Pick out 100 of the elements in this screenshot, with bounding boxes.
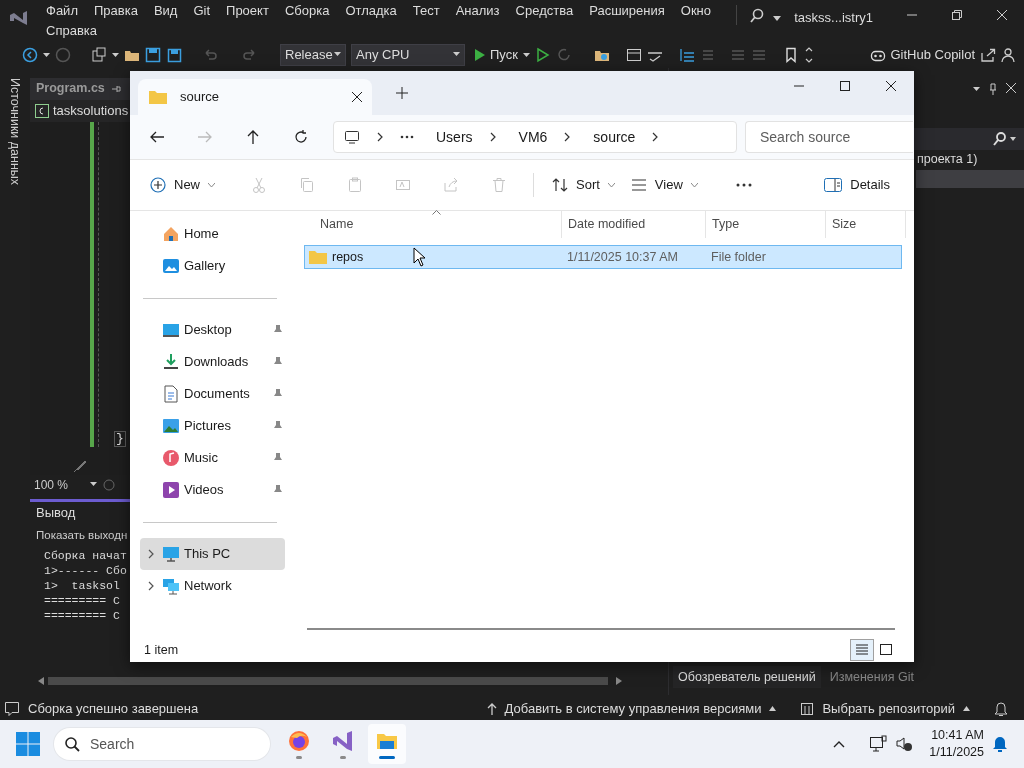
- search-icon[interactable]: [749, 8, 765, 24]
- menu-item[interactable]: Справка: [38, 20, 105, 40]
- menu-item[interactable]: Анализ: [447, 0, 508, 20]
- pin-icon[interactable]: [988, 82, 998, 95]
- caret-icon[interactable]: [1010, 136, 1016, 141]
- search-icon: [64, 736, 80, 752]
- save-all-icon[interactable]: [166, 46, 182, 63]
- scrollbar[interactable]: [48, 677, 608, 686]
- taskbar-app[interactable]: [368, 724, 406, 764]
- clock[interactable]: 10:41 AM 1/11/2025: [929, 727, 984, 761]
- sidebar-item[interactable]: Home: [140, 218, 285, 250]
- search-field[interactable]: Search source: [745, 121, 913, 153]
- back-icon[interactable]: [22, 46, 38, 63]
- sidebar-item[interactable]: Downloads: [140, 346, 285, 378]
- pin-icon[interactable]: [110, 83, 121, 94]
- vs-icon: [331, 729, 355, 753]
- menu-item[interactable]: Файл: [38, 0, 86, 20]
- column-header[interactable]: Name: [320, 215, 354, 234]
- configuration-dropdown[interactable]: Release: [280, 43, 346, 66]
- brush-icon[interactable]: [73, 458, 87, 473]
- menu-item[interactable]: Окно: [672, 0, 719, 20]
- menu-item[interactable]: Средства: [507, 0, 582, 20]
- breadcrumb-item[interactable]: Users: [436, 126, 473, 148]
- menu-item[interactable]: Расширения: [581, 0, 673, 20]
- caret-icon[interactable]: [90, 482, 98, 488]
- project-dropdown[interactable]: tasksolutions: [53, 101, 129, 121]
- save-icon[interactable]: [145, 46, 161, 63]
- sidebar-item[interactable]: This PC: [140, 538, 285, 570]
- sidebar-item[interactable]: Network: [140, 570, 285, 602]
- chevron-right-icon[interactable]: [147, 581, 155, 591]
- window-tab[interactable]: source: [138, 79, 372, 115]
- notification-icon[interactable]: [4, 700, 20, 717]
- search-field[interactable]: Search: [54, 728, 270, 760]
- run-button[interactable]: Пуск: [474, 45, 518, 65]
- caret-icon: [607, 182, 615, 188]
- new-project-icon[interactable]: [91, 46, 107, 63]
- details-button[interactable]: Details: [816, 168, 898, 202]
- feedback-icon[interactable]: [1001, 46, 1017, 63]
- menu-item[interactable]: Тест: [404, 0, 448, 20]
- menu-item[interactable]: Git: [185, 0, 219, 20]
- overflow-icon[interactable]: [803, 46, 814, 63]
- sort-button[interactable]: Sort: [544, 168, 623, 202]
- play-outline-icon[interactable]: [534, 46, 551, 63]
- menu-item[interactable]: Проект: [218, 0, 277, 20]
- view-button[interactable]: View: [622, 168, 706, 202]
- refresh-icon: [293, 129, 309, 145]
- speaker-muted-icon[interactable]: [895, 735, 914, 753]
- platform-dropdown[interactable]: Any CPU: [351, 43, 465, 66]
- sidebar-item[interactable]: Documents: [140, 378, 285, 410]
- search-icon[interactable]: [992, 131, 1006, 146]
- more-icon[interactable]: [400, 135, 414, 139]
- column-header[interactable]: Size: [832, 215, 857, 234]
- bell-icon[interactable]: [994, 700, 1008, 717]
- breadcrumb-item[interactable]: VM6: [518, 126, 548, 148]
- bell-icon[interactable]: [992, 735, 1008, 753]
- menu-item[interactable]: Сборка: [276, 0, 338, 20]
- menu-item[interactable]: Вид: [145, 0, 186, 20]
- window-icon[interactable]: [625, 46, 642, 63]
- plus-icon[interactable]: [396, 87, 408, 99]
- file-name[interactable]: repos: [332, 247, 364, 267]
- indent-icon[interactable]: [678, 46, 695, 63]
- home-icon: [162, 225, 180, 243]
- tree-item[interactable]: проекта 1): [917, 150, 978, 170]
- sidebar-item[interactable]: Videos: [140, 474, 285, 506]
- scroll-right-icon[interactable]: [616, 677, 622, 686]
- column-header[interactable]: Type: [712, 215, 740, 234]
- zoom-level[interactable]: 100 %: [34, 475, 69, 494]
- share-icon[interactable]: [980, 46, 996, 63]
- column-header[interactable]: Date modified: [568, 215, 646, 234]
- chevron-right-icon[interactable]: [147, 549, 155, 559]
- chevron-up-icon[interactable]: [833, 740, 846, 748]
- start-icon[interactable]: [16, 732, 40, 756]
- caret-icon[interactable]: [773, 16, 781, 22]
- chevron-icon[interactable]: [488, 132, 497, 142]
- file-row[interactable]: repos 1/11/2025 10:37 AM File folder: [304, 245, 902, 269]
- panel-tab[interactable]: Изменения Git: [824, 665, 919, 689]
- caret-icon[interactable]: [973, 86, 980, 92]
- menu-item[interactable]: Правка: [85, 0, 146, 20]
- picture-frame-icon: [162, 417, 180, 435]
- sidebar-item[interactable]: Music: [140, 442, 285, 474]
- scroll-left-icon[interactable]: [38, 677, 44, 686]
- address-bar[interactable]: Users VM6 source: [333, 121, 737, 153]
- repository-button[interactable]: Выбрать репозиторий: [800, 698, 970, 719]
- chevron-icon[interactable]: [563, 132, 572, 142]
- display-icon[interactable]: [869, 735, 888, 753]
- source-control-button[interactable]: Добавить в систему управления версиями: [486, 698, 777, 719]
- sidebar-item[interactable]: Gallery: [140, 250, 285, 282]
- monitor-icon: [162, 545, 180, 563]
- sidebar-item[interactable]: Pictures: [140, 410, 285, 442]
- side-tab[interactable]: Источники данных: [5, 77, 25, 185]
- close-icon[interactable]: [352, 92, 362, 102]
- sidebar-item[interactable]: Desktop: [140, 314, 285, 346]
- new-button[interactable]: New: [142, 168, 223, 202]
- scrollbar[interactable]: [307, 628, 895, 630]
- chevron-icon[interactable]: [651, 132, 660, 142]
- desktop-icon: [162, 321, 180, 339]
- breadcrumb-item[interactable]: source: [593, 126, 636, 148]
- copilot-button[interactable]: GitHub Copilot: [870, 45, 975, 65]
- menu-item[interactable]: Отладка: [337, 0, 405, 20]
- panel-tab[interactable]: Обозреватель решений: [673, 665, 821, 689]
